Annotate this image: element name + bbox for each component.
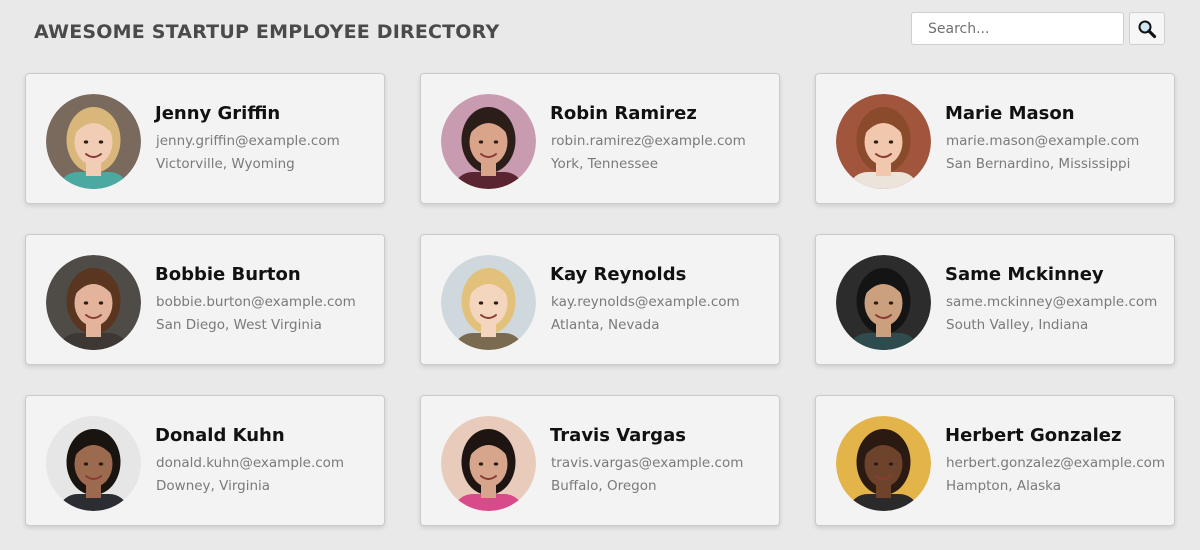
avatar	[836, 94, 931, 189]
page-header: AWESOME STARTUP EMPLOYEE DIRECTORY	[0, 0, 1200, 68]
employee-card[interactable]: Travis Vargas travis.vargas@example.com …	[420, 395, 780, 526]
employee-name: Jenny Griffin	[155, 103, 281, 124]
employee-email: herbert.gonzalez@example.com	[946, 455, 1166, 471]
employee-card[interactable]: Robin Ramirez robin.ramirez@example.com …	[420, 73, 780, 204]
avatar-photo	[46, 255, 141, 350]
search-input[interactable]	[911, 12, 1124, 45]
avatar-photo	[441, 416, 536, 511]
employee-card[interactable]: Donald Kuhn donald.kuhn@example.com Down…	[25, 395, 385, 526]
avatar-photo	[441, 255, 536, 350]
employee-card[interactable]: Same Mckinney same.mckinney@example.com …	[815, 234, 1175, 365]
employee-email: bobbie.burton@example.com	[156, 294, 356, 310]
employee-name: Herbert Gonzalez	[945, 425, 1122, 446]
employee-email: marie.mason@example.com	[946, 133, 1140, 149]
avatar-photo	[836, 255, 931, 350]
employee-location: Atlanta, Nevada	[551, 317, 660, 333]
employee-location: South Valley, Indiana	[946, 317, 1089, 333]
employee-name: Travis Vargas	[550, 425, 686, 446]
employee-email: donald.kuhn@example.com	[156, 455, 345, 471]
employee-location: Victorville, Wyoming	[156, 156, 295, 172]
magnifying-glass-icon	[1138, 20, 1157, 38]
employee-email: travis.vargas@example.com	[551, 455, 744, 471]
search-button[interactable]	[1129, 12, 1165, 45]
avatar-photo	[46, 94, 141, 189]
employee-card[interactable]: Jenny Griffin jenny.griffin@example.com …	[25, 73, 385, 204]
employee-location: Hampton, Alaska	[946, 478, 1061, 494]
avatar	[46, 416, 141, 511]
employee-card[interactable]: Kay Reynolds kay.reynolds@example.com At…	[420, 234, 780, 365]
avatar	[836, 416, 931, 511]
page-title: AWESOME STARTUP EMPLOYEE DIRECTORY	[34, 21, 500, 43]
employee-location: San Diego, West Virginia	[156, 317, 322, 333]
employee-email: same.mckinney@example.com	[946, 294, 1158, 310]
employee-email: robin.ramirez@example.com	[551, 133, 746, 149]
employee-location: San Bernardino, Mississippi	[946, 156, 1131, 172]
avatar-photo	[836, 416, 931, 511]
employee-email: jenny.griffin@example.com	[156, 133, 340, 149]
employee-location: York, Tennessee	[551, 156, 659, 172]
avatar	[46, 255, 141, 350]
employee-email: kay.reynolds@example.com	[551, 294, 740, 310]
employee-location: Downey, Virginia	[156, 478, 271, 494]
employee-card[interactable]: Bobbie Burton bobbie.burton@example.com …	[25, 234, 385, 365]
employee-name: Donald Kuhn	[155, 425, 285, 446]
employee-name: Same Mckinney	[945, 264, 1104, 285]
employee-name: Marie Mason	[945, 103, 1075, 124]
employee-name: Robin Ramirez	[550, 103, 697, 124]
avatar-photo	[46, 416, 141, 511]
employee-card[interactable]: Marie Mason marie.mason@example.com San …	[815, 73, 1175, 204]
employee-name: Kay Reynolds	[550, 264, 687, 285]
avatar	[441, 94, 536, 189]
avatar	[441, 255, 536, 350]
avatar	[46, 94, 141, 189]
avatar	[836, 255, 931, 350]
employee-location: Buffalo, Oregon	[551, 478, 657, 494]
avatar-photo	[441, 94, 536, 189]
avatar	[441, 416, 536, 511]
employee-card[interactable]: Herbert Gonzalez herbert.gonzalez@exampl…	[815, 395, 1175, 526]
employee-name: Bobbie Burton	[155, 264, 301, 285]
avatar-photo	[836, 94, 931, 189]
